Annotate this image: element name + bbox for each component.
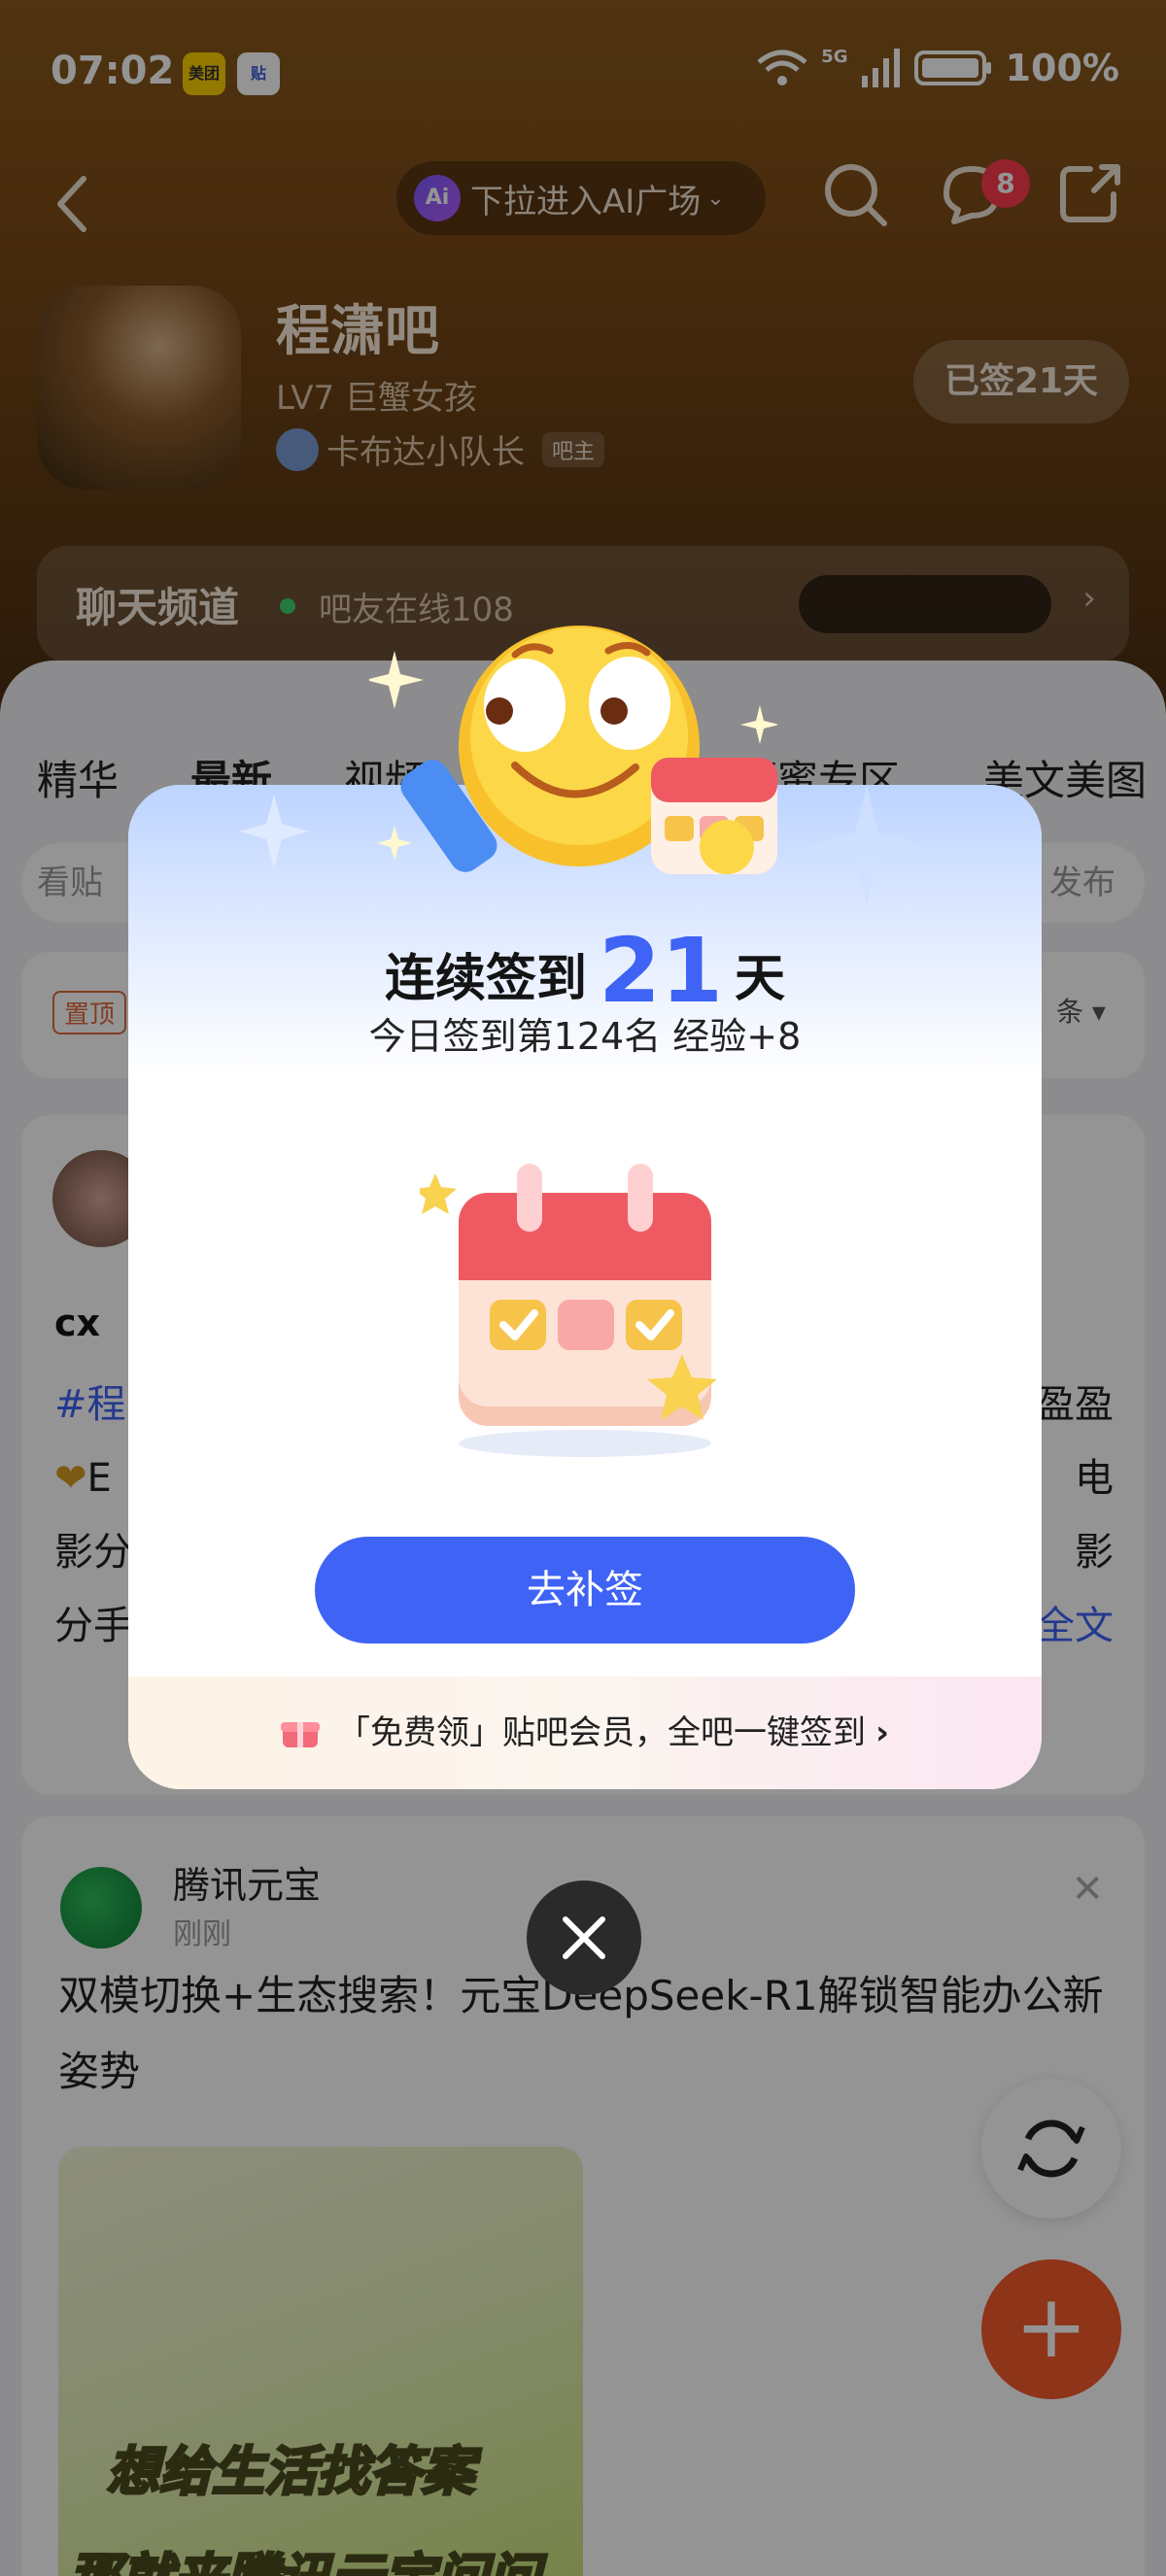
- sign-in-modal: 连续签到 21 天 今日签到第124名 经验+8 去补签 「免费领」贴吧会员，全吧一…: [128, 785, 1042, 1789]
- make-up-sign-in-button[interactable]: 去补签: [315, 1537, 855, 1644]
- modal-title-suffix: 天: [735, 950, 786, 1008]
- modal-title-prefix: 连续签到: [384, 950, 587, 1008]
- vip-promo-link[interactable]: 「免费领」贴吧会员，全吧一键签到 ›: [128, 1677, 1042, 1789]
- modal-subtitle: 今日签到第124名 经验+8: [368, 1015, 802, 1058]
- close-modal-button[interactable]: [527, 1881, 641, 1995]
- gift-icon: [280, 1722, 320, 1747]
- vip-promo-text: 「免费领」贴吧会员，全吧一键签到: [336, 1713, 866, 1752]
- chevron-right-icon: ›: [874, 1713, 889, 1752]
- emoji-mascot-icon: [369, 626, 777, 874]
- close-icon: [563, 1916, 605, 1959]
- calendar-icon: [420, 1164, 717, 1457]
